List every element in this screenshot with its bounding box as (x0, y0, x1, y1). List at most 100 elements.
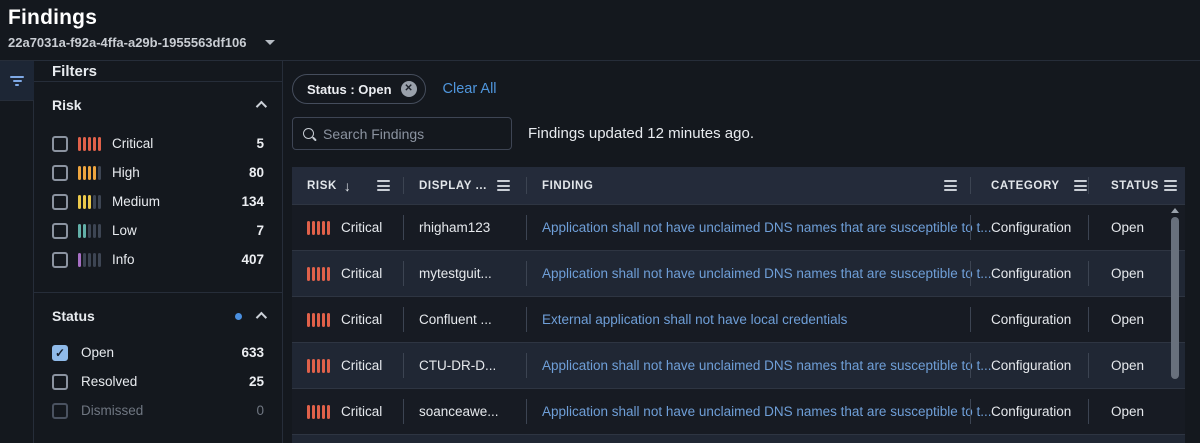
filter-section-status: Status ✓ Open 633 Resolved 25 Dismissed (34, 292, 282, 443)
display-name-cell: rhigham123 (419, 220, 490, 235)
checkbox-open-checked[interactable]: ✓ (52, 345, 68, 361)
table-row[interactable]: Critical Confluent ... External applicat… (292, 296, 1185, 342)
filter-item-open[interactable]: ✓ Open 633 (52, 338, 264, 367)
checkbox-medium[interactable] (52, 194, 68, 210)
filter-section-risk: Risk Critical 5 High 80 (34, 82, 282, 292)
filter-item-low[interactable]: Low 7 (52, 216, 264, 245)
column-label: STATUS (1111, 180, 1159, 192)
filter-item-label: Medium (112, 194, 160, 209)
finding-link[interactable]: Application shall not have unclaimed DNS… (542, 404, 992, 419)
search-row: Findings updated 12 minutes ago. (292, 117, 1200, 150)
category-cell: Configuration (991, 358, 1071, 373)
table-row-partial (292, 434, 1185, 443)
icon-strip (0, 61, 34, 443)
status-section-header[interactable]: Status (52, 308, 264, 324)
column-menu-icon[interactable] (1074, 180, 1087, 191)
finding-link[interactable]: Application shall not have unclaimed DNS… (542, 358, 992, 373)
status-cell: Open (1111, 266, 1144, 281)
risk-meter-critical-icon (307, 359, 330, 373)
table-scrollbar[interactable] (1171, 208, 1179, 408)
table-row[interactable]: Critical mytestguit... Application shall… (292, 250, 1185, 296)
page-title: Findings (8, 6, 1200, 30)
checkbox-critical[interactable] (52, 136, 68, 152)
filters-title: Filters (34, 61, 282, 82)
filter-item-count: 25 (249, 374, 264, 389)
finding-link[interactable]: External application shall not have loca… (542, 312, 847, 327)
category-cell: Configuration (991, 404, 1071, 419)
column-menu-icon[interactable] (1164, 180, 1177, 191)
search-box[interactable] (292, 117, 512, 150)
filter-item-count: 134 (241, 194, 264, 209)
filters-sidebar: Filters Risk Critical 5 High 80 (34, 61, 283, 443)
category-cell: Configuration (991, 266, 1071, 281)
column-label: FINDING (542, 180, 593, 192)
finding-link[interactable]: Application shall not have unclaimed DNS… (542, 220, 992, 235)
chevron-up-icon[interactable] (256, 101, 267, 112)
filter-item-high[interactable]: High 80 (52, 158, 264, 187)
status-cell: Open (1111, 312, 1144, 327)
column-header-status[interactable]: STATUS (1089, 167, 1185, 204)
column-header-risk[interactable]: RISK ↓ (292, 167, 404, 204)
display-name-cell: Confluent ... (419, 312, 492, 327)
risk-meter-critical-icon (307, 313, 330, 327)
column-header-category[interactable]: CATEGORY (971, 167, 1089, 204)
column-label: DISPLAY ... (419, 180, 487, 192)
finding-link[interactable]: Application shall not have unclaimed DNS… (542, 266, 992, 281)
scope-id: 22a7031a-f92a-4ffa-a29b-1955563df106 (8, 35, 247, 50)
checkbox-dismissed-disabled (52, 403, 68, 419)
filters-toggle-button[interactable] (0, 61, 34, 101)
status-cell: Open (1111, 358, 1144, 373)
column-menu-icon[interactable] (377, 180, 390, 191)
display-name-cell: CTU-DR-D... (419, 358, 496, 373)
sort-desc-icon[interactable]: ↓ (344, 178, 351, 194)
risk-meter-critical-icon (78, 137, 101, 151)
risk-cell: Critical (341, 220, 382, 235)
checkbox-high[interactable] (52, 165, 68, 181)
filter-item-label: Info (112, 252, 135, 267)
findings-table: RISK ↓ DISPLAY ... FINDING CATEGORY (292, 167, 1185, 443)
status-cell: Open (1111, 220, 1144, 235)
checkbox-info[interactable] (52, 252, 68, 268)
filter-item-label: Resolved (81, 374, 137, 389)
filter-item-count: 633 (241, 345, 264, 360)
remove-chip-icon[interactable]: ✕ (401, 81, 417, 97)
filter-item-label: Dismissed (81, 403, 143, 418)
active-filters-bar: Status : Open ✕ Clear All (292, 74, 1200, 104)
display-name-cell: mytestguit... (419, 266, 492, 281)
column-header-display-name[interactable]: DISPLAY ... (404, 167, 527, 204)
checkbox-low[interactable] (52, 223, 68, 239)
chevron-up-icon[interactable] (256, 312, 267, 323)
scroll-up-icon[interactable] (1171, 208, 1179, 213)
clear-all-link[interactable]: Clear All (443, 81, 497, 97)
table-row[interactable]: Critical soanceawe... Application shall … (292, 388, 1185, 434)
filter-item-count: 7 (256, 223, 264, 238)
main-panel: Status : Open ✕ Clear All Findings updat… (283, 61, 1200, 443)
table-row[interactable]: Critical rhigham123 Application shall no… (292, 204, 1185, 250)
column-menu-icon[interactable] (497, 180, 510, 191)
checkbox-resolved[interactable] (52, 374, 68, 390)
filter-item-label: Critical (112, 136, 153, 151)
risk-meter-low-icon (78, 224, 101, 238)
filter-item-count: 0 (256, 403, 264, 418)
filter-item-info[interactable]: Info 407 (52, 245, 264, 274)
scope-selector[interactable]: 22a7031a-f92a-4ffa-a29b-1955563df106 (8, 35, 1200, 50)
table-row[interactable]: Critical CTU-DR-D... Application shall n… (292, 342, 1185, 388)
risk-meter-medium-icon (78, 195, 101, 209)
filter-item-critical[interactable]: Critical 5 (52, 129, 264, 158)
risk-section-header[interactable]: Risk (52, 97, 264, 113)
filter-item-medium[interactable]: Medium 134 (52, 187, 264, 216)
filter-icon (10, 76, 24, 86)
search-input[interactable] (323, 126, 483, 142)
column-menu-icon[interactable] (944, 180, 957, 191)
scrollbar-thumb[interactable] (1171, 217, 1179, 379)
filter-item-resolved[interactable]: Resolved 25 (52, 367, 264, 396)
display-name-cell: soanceawe... (419, 404, 499, 419)
risk-cell: Critical (341, 312, 382, 327)
filter-chip-status-open[interactable]: Status : Open ✕ (292, 74, 426, 104)
status-cell: Open (1111, 404, 1144, 419)
column-header-finding[interactable]: FINDING (527, 167, 971, 204)
filter-item-label: High (112, 165, 140, 180)
filter-item-count: 5 (256, 136, 264, 151)
risk-section-title: Risk (52, 97, 256, 113)
risk-cell: Critical (341, 266, 382, 281)
